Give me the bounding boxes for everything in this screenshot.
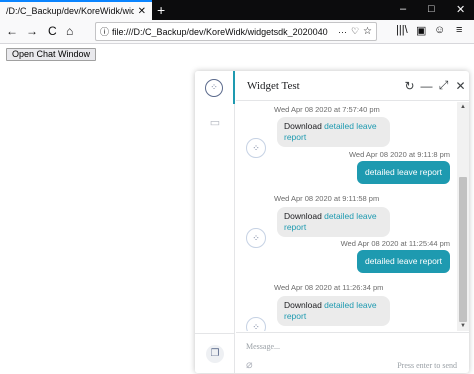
account-icon[interactable]: ☺ <box>434 24 445 36</box>
bot-message: Download detailed leave report <box>277 296 390 326</box>
minimize-icon[interactable]: — <box>418 79 435 93</box>
reload-chat-icon[interactable]: ↻ <box>401 79 418 93</box>
minimize-window-button[interactable]: – <box>400 3 406 15</box>
page-info-icon[interactable]: ⓘ <box>100 25 109 38</box>
browser-tab[interactable]: /D:/C_Backup/dev/KoreWidk/widg ✕ <box>0 0 152 20</box>
message-timestamp: Wed Apr 08 2020 at 9:11:58 pm <box>274 194 380 203</box>
bot-icon: ⁘ <box>205 78 223 97</box>
message-composer: ⌀ Press enter to send <box>236 332 469 373</box>
bot-avatar: ⁘ <box>246 138 266 158</box>
forward-icon[interactable]: → <box>26 24 38 38</box>
message-timestamp: Wed Apr 08 2020 at 7:57:40 pm <box>274 105 380 114</box>
url-bar[interactable]: ⓘ file:///D:/C_Backup/dev/KoreWidk/widge… <box>95 22 377 41</box>
maximize-window-button[interactable]: □ <box>428 3 435 15</box>
gallery-icon[interactable]: ▭ <box>195 107 235 137</box>
menu-icon[interactable]: ≡ <box>456 24 462 36</box>
bot-message: Download detailed leave report <box>277 117 390 147</box>
close-window-button[interactable]: ✕ <box>456 3 465 16</box>
widget-title: Widget Test <box>247 79 300 92</box>
message-input[interactable] <box>246 338 456 354</box>
browser-tab-bar: /D:/C_Backup/dev/KoreWidk/widg ✕ + – □ ✕ <box>0 0 474 20</box>
sidebar-icon[interactable]: ▣ <box>416 24 426 37</box>
home-icon[interactable]: ⌂ <box>66 24 73 38</box>
sidebar-item-panel[interactable]: ❐ <box>195 333 235 373</box>
sidebar-item-chat[interactable]: ⁘ <box>195 71 235 104</box>
tab-title: /D:/C_Backup/dev/KoreWidk/widg <box>6 6 134 16</box>
bot-message-text: Download <box>284 211 325 221</box>
tab-close-icon[interactable]: ✕ <box>138 6 146 17</box>
bot-avatar: ⁘ <box>246 228 266 248</box>
reload-icon[interactable]: C <box>48 24 57 38</box>
expand-icon[interactable]: ⤢ <box>435 78 452 93</box>
message-timestamp: Wed Apr 08 2020 at 9:11:8 pm <box>348 150 450 159</box>
library-icon[interactable]: |||\ <box>396 24 408 36</box>
message-scrollbar[interactable]: ▲ ▼ <box>457 102 469 331</box>
square-icon: ❐ <box>206 344 224 363</box>
pocket-icon[interactable]: ♡ <box>351 26 359 37</box>
bot-message: Download detailed leave report <box>277 207 390 237</box>
bot-avatar: ⁘ <box>246 317 266 331</box>
new-tab-button[interactable]: + <box>157 2 165 18</box>
widget-sidebar: ⁘ ▭ ❐ <box>195 71 235 373</box>
user-message: detailed leave report <box>356 250 450 273</box>
open-chat-window-button[interactable]: Open Chat Window <box>6 48 97 61</box>
bot-message-text: Download <box>284 121 325 131</box>
page-actions-icon[interactable]: ··· <box>338 27 347 37</box>
scroll-thumb[interactable] <box>459 177 467 322</box>
message-list: Wed Apr 08 2020 at 7:57:40 pm ⁘ Download… <box>236 102 457 331</box>
close-icon[interactable]: ✕ <box>452 79 469 93</box>
back-icon[interactable]: ← <box>6 24 18 38</box>
url-text: file:///D:/C_Backup/dev/KoreWidk/widgets… <box>112 26 328 37</box>
widget-header: Widget Test ↻ — ⤢ ✕ <box>236 71 469 101</box>
message-timestamp: Wed Apr 08 2020 at 11:26:34 pm <box>274 283 384 292</box>
paperclip-icon[interactable]: ⌀ <box>246 358 253 371</box>
chat-widget: ⁘ ▭ ❐ Widget Test ↻ — ⤢ ✕ Wed Apr 08 202… <box>195 71 469 373</box>
page-content: Open Chat Window ⁘ ▭ ❐ Widget Test ↻ — ⤢… <box>0 45 474 374</box>
scroll-up-icon[interactable]: ▲ <box>457 102 469 112</box>
message-timestamp: Wed Apr 08 2020 at 11:25:44 pm <box>340 239 450 248</box>
bot-message-text: Download <box>284 300 325 310</box>
user-message: detailed leave report <box>356 161 450 184</box>
bookmark-star-icon[interactable]: ☆ <box>363 26 372 37</box>
send-hint: Press enter to send <box>397 361 457 370</box>
scroll-down-icon[interactable]: ▼ <box>457 321 469 331</box>
